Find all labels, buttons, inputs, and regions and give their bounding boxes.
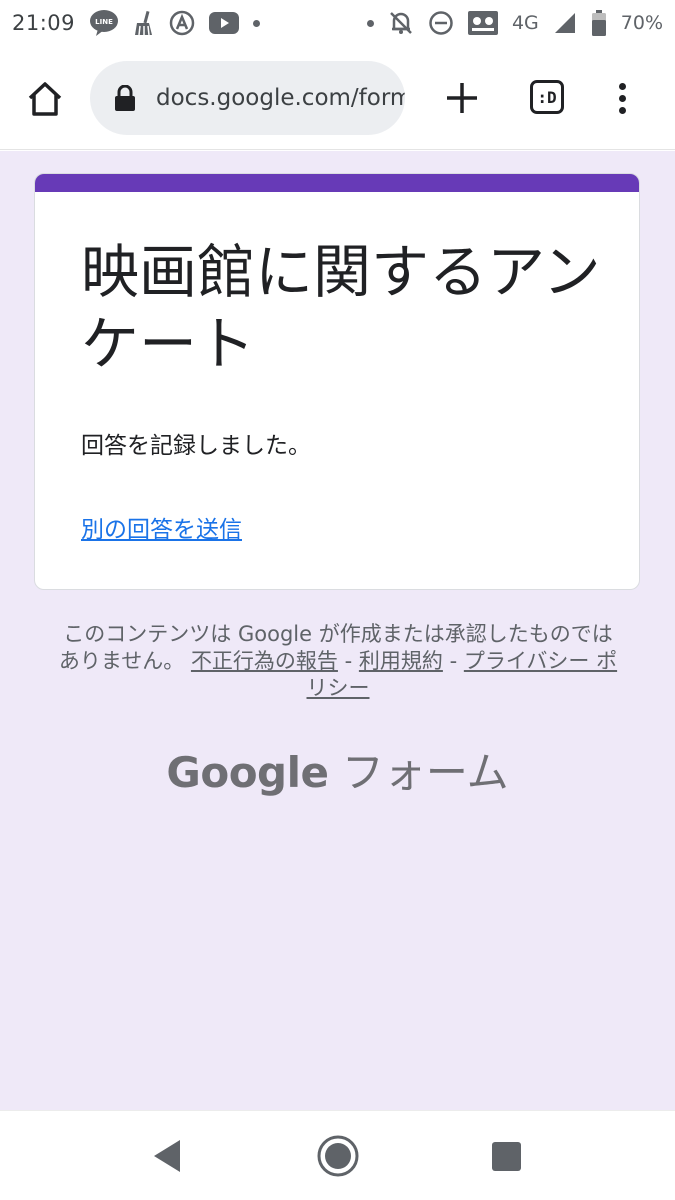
menu-dot: [618, 106, 626, 114]
url-text: docs.google.com/forms: [156, 85, 405, 111]
mute-icon: [388, 10, 414, 36]
navigation-bar: [0, 1110, 675, 1200]
broom-icon: [133, 10, 155, 36]
youtube-icon: [209, 12, 240, 34]
status-left: 21:09 LINE: [12, 9, 261, 37]
home-button[interactable]: [22, 76, 68, 122]
form-confirmation-card: 映画館に関するアンケート 回答を記録しました。 別の回答を送信: [34, 173, 640, 590]
voicemail-icon: [467, 11, 498, 35]
battery-icon: [591, 10, 607, 36]
disclaimer: このコンテンツは Google が作成または承認したものではありません。 不正行…: [56, 621, 620, 702]
card-accent-bar: [35, 174, 639, 192]
form-page: 映画館に関するアンケート 回答を記録しました。 別の回答を送信 このコンテンツは…: [0, 151, 675, 1110]
recents-icon[interactable]: [492, 1142, 521, 1171]
brand-forms: フォーム: [341, 748, 509, 797]
url-bar[interactable]: docs.google.com/forms: [90, 61, 405, 135]
privacy-policy-link[interactable]: プライバシー ポリシー: [307, 649, 618, 700]
tabs-icon[interactable]: :D: [530, 80, 564, 114]
form-title: 映画館に関するアンケート: [81, 238, 601, 378]
more-vert-icon[interactable]: [606, 76, 638, 120]
lock-icon[interactable]: [114, 84, 138, 112]
status-right: 4G 70%: [366, 10, 663, 36]
tabs-label: :D: [537, 87, 557, 107]
browser-toolbar: docs.google.com/forms :D: [0, 46, 675, 150]
report-abuse-link[interactable]: 不正行為の報告: [191, 649, 338, 673]
menu-dot: [618, 82, 626, 90]
terms-link[interactable]: 利用規約: [359, 649, 443, 673]
google-forms-logo[interactable]: Google フォーム: [0, 739, 675, 800]
signal-icon: [553, 11, 577, 35]
separator: -: [449, 649, 458, 673]
line-icon: LINE: [89, 9, 119, 37]
aurora-icon: [169, 10, 195, 36]
confirmation-message: 回答を記録しました。: [81, 433, 311, 459]
network-type: 4G: [511, 12, 539, 34]
dot-icon: [253, 19, 261, 27]
status-time: 21:09: [12, 11, 76, 35]
separator: -: [344, 649, 353, 673]
back-icon[interactable]: [150, 1138, 184, 1174]
new-tab-button[interactable]: [440, 76, 484, 120]
home-circle-icon[interactable]: [316, 1134, 360, 1178]
home-icon: [28, 82, 62, 116]
submit-another-response-link[interactable]: 別の回答を送信: [81, 510, 242, 544]
menu-dot: [618, 94, 626, 102]
brand-google: Google: [166, 748, 329, 797]
dnd-icon: [428, 10, 454, 36]
line-icon-text: LINE: [95, 18, 113, 26]
plus-icon: [447, 83, 477, 113]
phone-screen: 21:09 LINE 4G 70% docs.google.com/forms …: [0, 0, 675, 1200]
dot-icon: [366, 19, 374, 27]
status-bar: 21:09 LINE 4G 70%: [0, 0, 675, 46]
battery-level: 70%: [620, 12, 663, 34]
